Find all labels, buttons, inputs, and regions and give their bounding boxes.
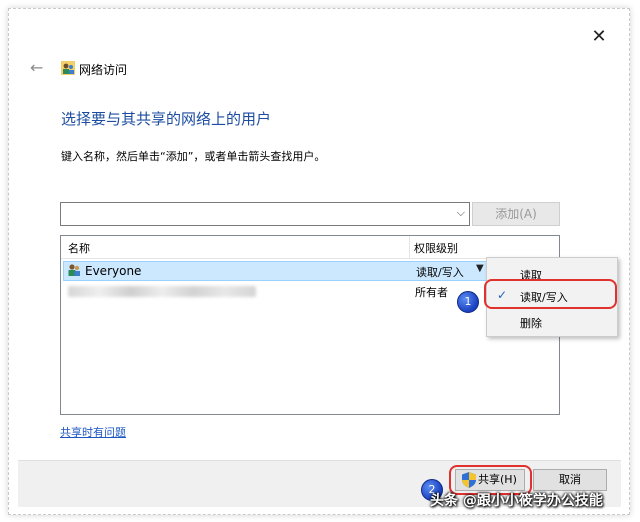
permission-dropdown[interactable]: 读取/写入 (416, 264, 464, 280)
highlight-box-read-write (484, 279, 617, 309)
menu-item-remove[interactable]: 删除 (487, 311, 617, 333)
add-button[interactable]: 添加(A) (472, 202, 560, 226)
watermark-text: 头条 @跟小小筱学办公技能 (430, 493, 603, 509)
list-row-owner[interactable]: 所有者 (63, 282, 557, 300)
users-icon (61, 61, 75, 75)
user-list: 名称 权限级别 Everyone 读取/写入 ▼ 所有者 (60, 235, 560, 415)
back-arrow-icon[interactable]: ← (30, 58, 43, 77)
column-separator (61, 236, 559, 259)
menu-item-label: 删除 (520, 317, 542, 330)
list-row-permission: 所有者 (415, 286, 448, 299)
window-title: 网络访问 (79, 63, 128, 77)
sharing-trouble-link[interactable]: 共享时有问题 (60, 424, 126, 440)
chevron-down-icon[interactable]: ▼ (476, 263, 484, 274)
close-icon[interactable]: ✕ (590, 28, 608, 46)
page-heading: 选择要与其共享的网络上的用户 (61, 110, 272, 128)
list-row-everyone[interactable]: Everyone 读取/写入 ▼ (63, 261, 559, 281)
users-icon (68, 264, 80, 276)
cancel-button[interactable]: 取消 (533, 469, 607, 491)
chevron-down-icon[interactable]: ⌵ (457, 206, 465, 220)
step-badge-1: 1 (457, 291, 479, 313)
blurred-user-name (68, 286, 256, 297)
list-row-name: Everyone (85, 264, 142, 278)
instruction-text: 键入名称，然后单击“添加”，或者单击箭头查找用户。 (61, 150, 326, 163)
user-name-combobox[interactable]: ⌵ (60, 202, 470, 226)
